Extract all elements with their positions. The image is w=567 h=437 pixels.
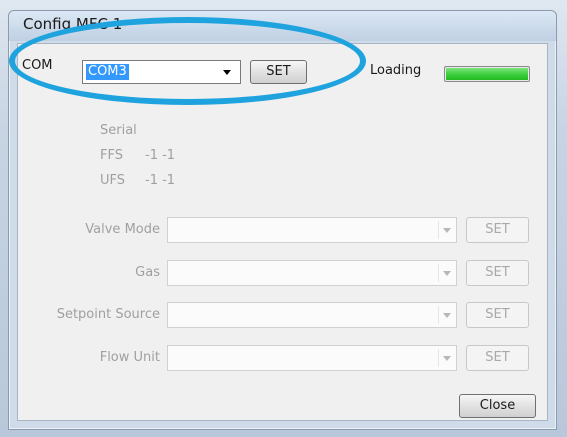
com-set-button[interactable]: SET xyxy=(250,60,307,84)
flow-unit-set-button[interactable]: SET xyxy=(466,345,529,371)
ffs-value: -1 -1 xyxy=(145,148,176,163)
chevron-down-icon xyxy=(443,271,451,276)
gas-select[interactable] xyxy=(167,260,457,286)
title-bar[interactable]: Config MFC 1 xyxy=(9,11,556,41)
close-button[interactable]: Close xyxy=(459,394,536,418)
dialog-body: COM COM3 SET Loading Serial FFS -1 -1 UF… xyxy=(17,43,548,421)
window-title: Config MFC 1 xyxy=(23,15,123,33)
valve-mode-select[interactable] xyxy=(167,217,457,243)
loading-progress-bar xyxy=(444,66,530,82)
chevron-down-icon xyxy=(443,313,451,318)
chevron-down-icon xyxy=(223,70,231,75)
loading-label: Loading xyxy=(370,63,422,78)
com-select-value: COM3 xyxy=(86,64,129,80)
flow-unit-select[interactable] xyxy=(167,345,457,371)
loading-progress-fill xyxy=(446,68,528,80)
ffs-label: FFS xyxy=(100,148,123,163)
chevron-down-icon xyxy=(443,228,451,233)
valve-mode-set-button[interactable]: SET xyxy=(466,217,529,243)
setpoint-source-set-button[interactable]: SET xyxy=(466,302,529,328)
com-select[interactable]: COM3 xyxy=(82,60,241,84)
serial-label: Serial xyxy=(100,123,137,138)
chevron-down-icon xyxy=(443,356,451,361)
gas-label: Gas xyxy=(135,265,160,280)
setpoint-source-select[interactable] xyxy=(167,302,457,328)
com-label: COM xyxy=(22,58,53,73)
config-dialog: Config MFC 1 COM COM3 SET Loading Serial… xyxy=(8,10,557,430)
gas-set-button[interactable]: SET xyxy=(466,260,529,286)
ufs-label: UFS xyxy=(100,173,126,188)
ufs-value: -1 -1 xyxy=(145,173,176,188)
setpoint-source-label: Setpoint Source xyxy=(56,307,160,322)
flow-unit-label: Flow Unit xyxy=(99,350,160,365)
valve-mode-label: Valve Mode xyxy=(85,222,160,237)
